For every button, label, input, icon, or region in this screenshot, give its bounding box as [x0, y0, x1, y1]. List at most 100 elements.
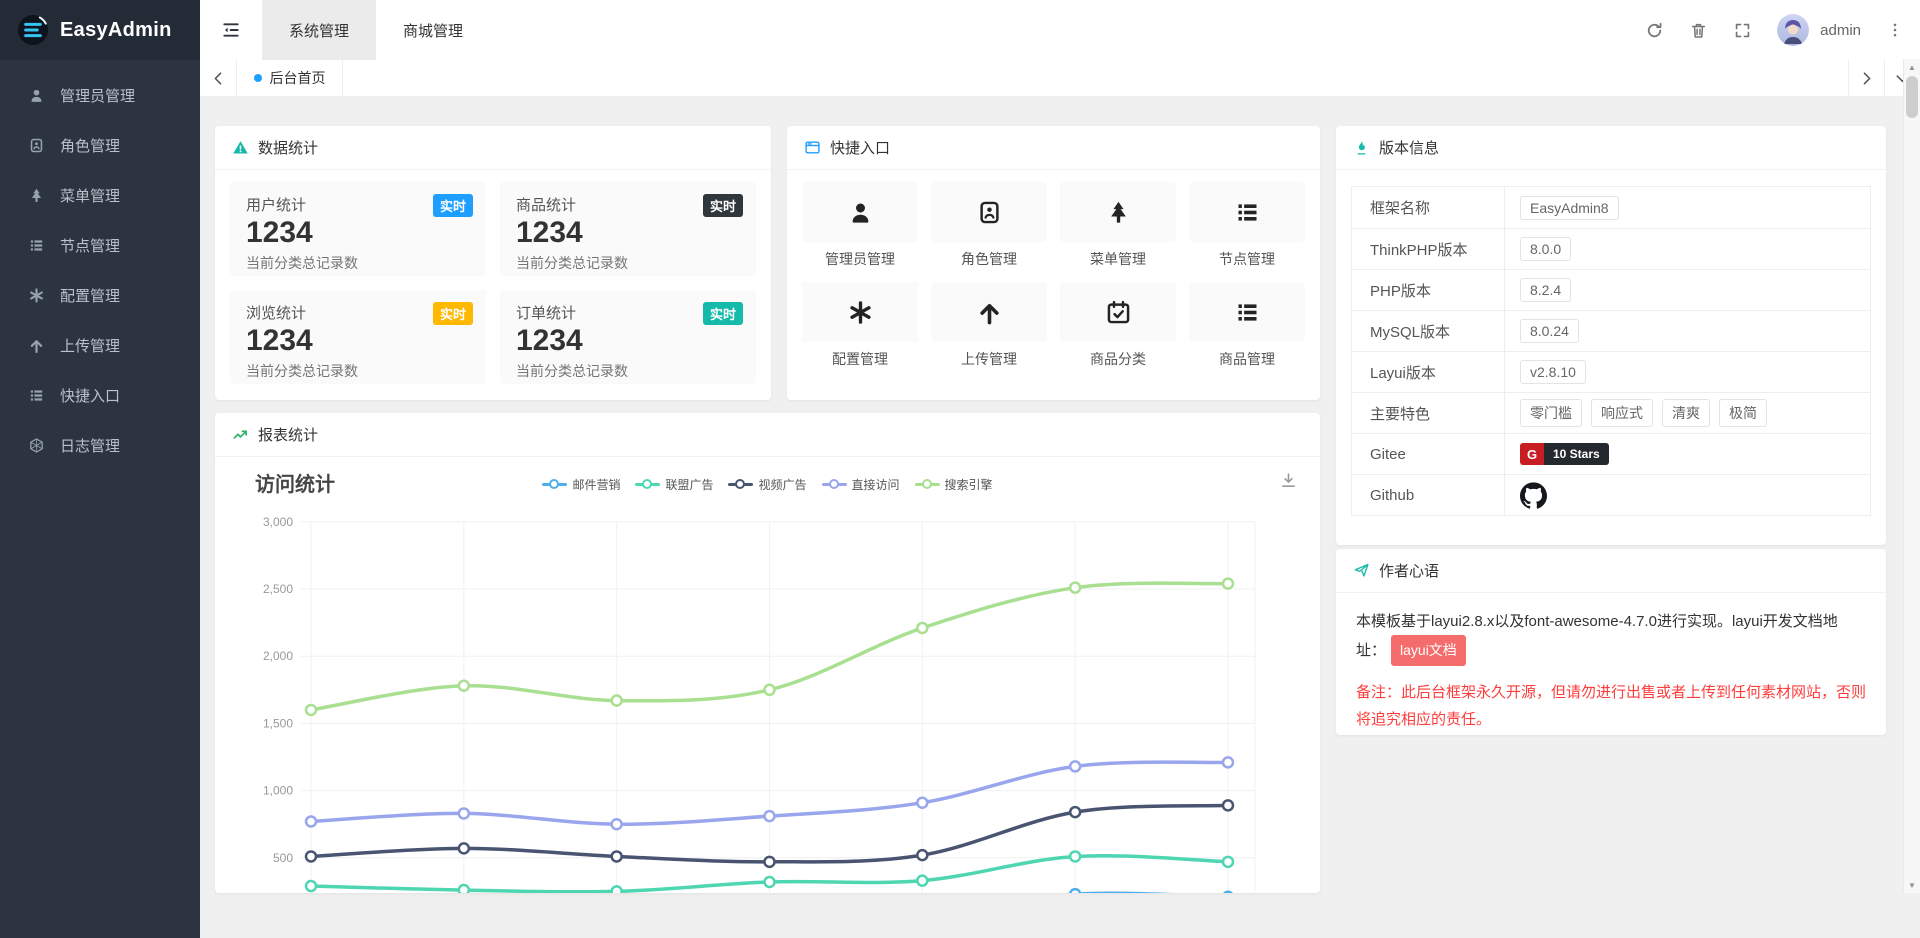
sidebar-item-icon — [28, 187, 45, 204]
panel-version-info: 版本信息 框架名称EasyAdmin8ThinkPHP版本 8.0.0 PHP版本8… — [1336, 126, 1886, 545]
easyadmin-window: EasyAdmin 管理员管理 角色管理 菜单管理 — [0, 0, 1920, 938]
version-row-label: 框架名称 — [1352, 187, 1504, 228]
version-value-chip: 响应式 — [1591, 399, 1653, 427]
version-table-row: Github — [1352, 474, 1870, 515]
topbar-nav-tab-label: 商城管理 — [403, 20, 463, 41]
panel-author-header: 作者心语 — [1336, 549, 1886, 593]
quick-entry-icon-box — [1189, 282, 1305, 342]
stat-card: 用户统计 实时 1234 当前分类总记录数 — [230, 182, 486, 276]
tabs-scroll-left-button[interactable] — [200, 60, 237, 96]
sidebar-item-label: 节点管理 — [60, 235, 120, 256]
quick-entry-item[interactable]: 节点管理 — [1189, 182, 1305, 269]
topbar-nav-tab[interactable]: 商城管理 — [376, 0, 490, 60]
version-table-row: 框架名称EasyAdmin8 — [1352, 187, 1870, 228]
quick-entry-icon — [1234, 199, 1261, 226]
topbar-nav-tab[interactable]: 系统管理 — [262, 0, 376, 60]
collapse-menu-icon — [221, 20, 241, 40]
version-row-label: ThinkPHP版本 — [1352, 229, 1504, 269]
stat-card: 订单统计 实时 1234 当前分类总记录数 — [500, 290, 756, 384]
quick-entry-item[interactable]: 角色管理 — [931, 182, 1047, 269]
author-text: 本模板基于layui2.8.x以及font-awesome-4.7.0进行实现。… — [1356, 608, 1866, 666]
avatar[interactable] — [1777, 14, 1809, 46]
sidebar-item[interactable]: 管理员管理 — [0, 70, 200, 120]
tabs-scroll-right-button[interactable] — [1848, 60, 1884, 96]
stat-realtime-badge: 实时 — [703, 194, 743, 217]
quick-entry-item[interactable]: 配置管理 — [802, 282, 918, 369]
gitee-icon: G — [1520, 443, 1544, 465]
legend-marker-icon — [915, 479, 940, 491]
version-table-row: PHP版本8.2.4 — [1352, 269, 1870, 310]
quick-entry-item[interactable]: 管理员管理 — [802, 182, 918, 269]
gitee-stars-badge[interactable]: G10 Stars — [1520, 443, 1609, 465]
quick-entry-icon-box — [931, 182, 1047, 242]
topbar-actions: admin — [1645, 14, 1920, 46]
legend-item[interactable]: 搜索引擎 — [915, 476, 993, 493]
sidebar-collapse-button[interactable] — [200, 0, 262, 60]
fire-icon — [1353, 139, 1370, 156]
version-table-row: GiteeG10 Stars — [1352, 433, 1870, 474]
stat-realtime-badge: 实时 — [703, 302, 743, 325]
more-menu-icon[interactable] — [1886, 21, 1904, 39]
sidebar-item-label: 快捷入口 — [60, 385, 120, 406]
sidebar-item-icon — [28, 337, 45, 354]
sidebar-item-label: 菜单管理 — [60, 185, 120, 206]
tab-home-label: 后台首页 — [270, 68, 326, 88]
quick-entry-item[interactable]: 商品分类 — [1060, 282, 1176, 369]
clear-cache-icon[interactable] — [1689, 21, 1708, 40]
quick-entry-icon-box — [1060, 182, 1176, 242]
author-body: 本模板基于layui2.8.x以及font-awesome-4.7.0进行实现。… — [1336, 593, 1886, 733]
quick-entry-icon-box — [1189, 182, 1305, 242]
svg-text:500: 500 — [273, 851, 293, 865]
version-value-chip: 极简 — [1719, 399, 1767, 427]
chart-toolbar: 访问统计 邮件营销联盟广告视频广告直接访问搜索引擎 — [215, 457, 1320, 505]
quick-entry-item[interactable]: 上传管理 — [931, 282, 1047, 369]
panel-version-header: 版本信息 — [1336, 126, 1886, 170]
sidebar-item[interactable]: 配置管理 — [0, 270, 200, 320]
quick-entry-label: 角色管理 — [931, 249, 1047, 269]
version-table-row: MySQL版本8.0.24 — [1352, 310, 1870, 351]
quick-entry-item[interactable]: 菜单管理 — [1060, 182, 1176, 269]
legend-item[interactable]: 联盟广告 — [635, 476, 713, 493]
quick-entry-icon-box — [802, 182, 918, 242]
quick-entry-label: 上传管理 — [931, 349, 1047, 369]
vertical-scrollbar[interactable]: ▲ ▼ — [1903, 59, 1920, 893]
chart-legend: 邮件营销联盟广告视频广告直接访问搜索引擎 — [215, 476, 1320, 493]
scrollbar-down-arrow[interactable]: ▼ — [1904, 878, 1920, 892]
stat-realtime-badge: 实时 — [433, 194, 473, 217]
sidebar-item[interactable]: 日志管理 — [0, 420, 200, 470]
panel-title: 作者心语 — [1379, 560, 1439, 581]
legend-item[interactable]: 视频广告 — [728, 476, 806, 493]
sidebar-item[interactable]: 上传管理 — [0, 320, 200, 370]
quick-entry-icon — [976, 299, 1003, 326]
sidebar-item-label: 角色管理 — [60, 135, 120, 156]
quick-entry-item[interactable]: 商品管理 — [1189, 282, 1305, 369]
fullscreen-icon[interactable] — [1733, 21, 1752, 40]
sidebar-item-icon — [28, 437, 45, 454]
legend-item[interactable]: 直接访问 — [822, 476, 900, 493]
username[interactable]: admin — [1820, 22, 1861, 39]
github-icon[interactable] — [1520, 482, 1547, 509]
app-logo: EasyAdmin — [0, 0, 200, 60]
author-note: 备注：此后台框架永久开源，但请勿进行出售或者上传到任何素材网站，否则将追究相应的… — [1356, 679, 1866, 733]
scrollbar-thumb[interactable] — [1906, 76, 1918, 118]
panel-report-header: 报表统计 — [215, 413, 1320, 457]
quick-entry-grid: 管理员管理 角色管理 菜单管理 — [787, 170, 1320, 381]
sidebar-item[interactable]: 快捷入口 — [0, 370, 200, 420]
panel-title: 快捷入口 — [830, 137, 890, 158]
chevron-left-icon — [209, 69, 228, 88]
panel-quick-entry: 快捷入口 管理员管理 角色管理 — [787, 126, 1320, 400]
sidebar-item[interactable]: 角色管理 — [0, 120, 200, 170]
refresh-icon[interactable] — [1645, 21, 1664, 40]
quick-entry-label: 商品分类 — [1060, 349, 1176, 369]
panel-title: 数据统计 — [258, 137, 318, 158]
version-value-chip: 8.0.0 — [1520, 237, 1571, 261]
active-tab-dot — [254, 74, 262, 82]
legend-item[interactable]: 邮件营销 — [542, 476, 620, 493]
tab-home[interactable]: 后台首页 — [237, 60, 343, 96]
sidebar-item[interactable]: 节点管理 — [0, 220, 200, 270]
scrollbar-up-arrow[interactable]: ▲ — [1904, 60, 1920, 74]
sidebar-item[interactable]: 菜单管理 — [0, 170, 200, 220]
stat-value: 1234 — [246, 324, 470, 359]
layui-doc-link-badge[interactable]: layui文档 — [1391, 635, 1466, 666]
download-chart-icon[interactable] — [1279, 471, 1298, 490]
